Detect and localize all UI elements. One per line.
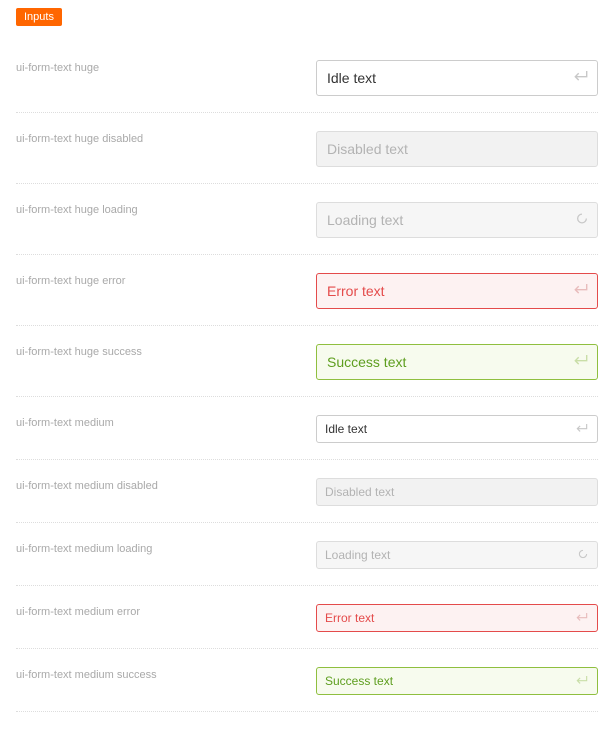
- spec-label: ui-form-text huge disabled: [16, 131, 316, 145]
- row-huge-idle: ui-form-text huge: [16, 42, 598, 113]
- row-medium-disabled: ui-form-text medium disabled: [16, 460, 598, 523]
- spec-label: ui-form-text medium disabled: [16, 478, 316, 492]
- text-input-huge-success[interactable]: [316, 344, 598, 380]
- spec-label: ui-form-text huge: [16, 60, 316, 74]
- row-huge-error: ui-form-text huge error: [16, 255, 598, 326]
- text-input-medium-success[interactable]: [316, 667, 598, 695]
- text-input-medium-error[interactable]: [316, 604, 598, 632]
- text-input-huge-idle[interactable]: [316, 60, 598, 96]
- text-input-medium-disabled: [316, 478, 598, 506]
- row-medium-idle: ui-form-text medium: [16, 397, 598, 460]
- text-input-medium-loading: [316, 541, 598, 569]
- section-badge: Inputs: [16, 8, 62, 26]
- spec-label: ui-form-text huge success: [16, 344, 316, 358]
- row-medium-success: ui-form-text medium success: [16, 649, 598, 712]
- row-huge-disabled: ui-form-text huge disabled: [16, 113, 598, 184]
- row-medium-error: ui-form-text medium error: [16, 586, 598, 649]
- row-huge-success: ui-form-text huge success: [16, 326, 598, 397]
- text-input-huge-error[interactable]: [316, 273, 598, 309]
- text-input-huge-loading: [316, 202, 598, 238]
- row-huge-loading: ui-form-text huge loading: [16, 184, 598, 255]
- spec-label: ui-form-text medium error: [16, 604, 316, 618]
- spec-label: ui-form-text medium: [16, 415, 316, 429]
- spec-label: ui-form-text huge error: [16, 273, 316, 287]
- row-medium-loading: ui-form-text medium loading: [16, 523, 598, 586]
- spec-label: ui-form-text huge loading: [16, 202, 316, 216]
- spec-label: ui-form-text medium success: [16, 667, 316, 681]
- text-input-medium-idle[interactable]: [316, 415, 598, 443]
- spec-label: ui-form-text medium loading: [16, 541, 316, 555]
- text-input-huge-disabled: [316, 131, 598, 167]
